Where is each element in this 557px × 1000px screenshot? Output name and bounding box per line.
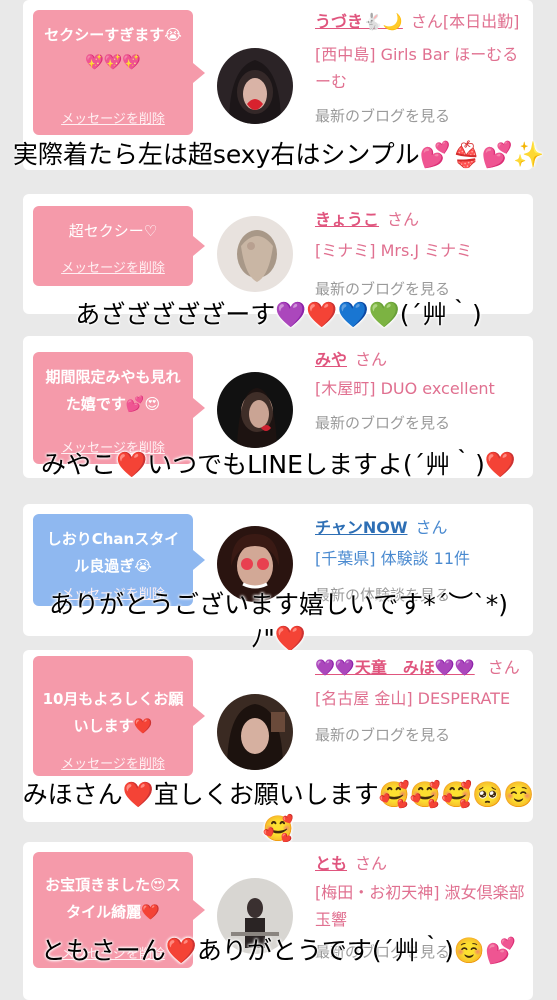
caption-overlay: 実際着たら左は超sexy右はシンプル💕👙💕✨ [12, 140, 545, 169]
caption-overlay: あざざざざざーす💜❤️💙💚(´艸｀) [75, 300, 482, 329]
blog-link[interactable]: 最新のブログを見る [315, 105, 525, 126]
shop-link[interactable]: [西中島] Girls Bar ほーむるーむ [315, 41, 525, 95]
shop-link[interactable]: [梅田・お初天神] 淑女倶楽部 玉響 [315, 879, 525, 933]
caption-overlay: ともさーん❤️ありがとうです(´艸｀)☺️💕 [40, 936, 517, 965]
blog-link[interactable]: 最新のブログを見る [315, 724, 525, 745]
delete-message-link[interactable]: メッセージを削除 [33, 257, 193, 276]
caption-overlay: ありがとうございます嬉しいです*´︶`*)ﾉ"❤️ [48, 590, 508, 653]
caption-overlay: みやこ❤️いつでもLINEしますよ(´艸｀)❤️ [40, 450, 517, 479]
blog-link[interactable]: 最新のブログを見る [315, 278, 525, 299]
avatar[interactable] [217, 372, 293, 448]
message-text: 期間限定みやも見れた嬉です💕😍 [45, 368, 181, 413]
sender-info: 💜💜天童 みほ💜💜 さん [名古屋 金山] DESPERATE 最新のブログを見… [315, 654, 525, 745]
message-text: しおりChanスタイル良過ぎ😭 [46, 530, 180, 575]
sender-name[interactable]: 💜💜天童 みほ💜💜 [315, 658, 475, 677]
blog-link[interactable]: 最新のブログを見る [315, 412, 525, 433]
message-text: 超セクシー♡ [68, 222, 158, 240]
honorific: さん [487, 658, 520, 677]
honorific: さん [355, 854, 388, 873]
shop-link[interactable]: [ミナミ] Mrs.J ミナミ [315, 237, 525, 264]
honorific: さん [355, 350, 388, 369]
avatar[interactable] [217, 694, 293, 770]
sender-name[interactable]: みや [315, 350, 347, 369]
message-card: お宝頂きました😍スタイル綺麗❤️ メッセージを削除 とも さん [梅田・お初天神]… [23, 842, 533, 1000]
sender-name[interactable]: チャンNOW [315, 518, 407, 537]
caption-overlay: みほさん❤️宜しくお願いします🥰🥰🥰🥺☺️🥰 [22, 780, 535, 843]
message-text: セクシーすぎます😭💖💖💖 [44, 26, 182, 71]
shop-link[interactable]: [木屋町] DUO excellent [315, 375, 525, 402]
sender-name[interactable]: きょうこ [315, 210, 379, 229]
honorific: さん [387, 210, 420, 229]
shop-link[interactable]: [名古屋 金山] DESPERATE [315, 685, 525, 712]
avatar[interactable] [217, 48, 293, 124]
delete-message-link[interactable]: メッセージを削除 [33, 753, 193, 772]
avatar[interactable] [217, 216, 293, 292]
message-bubble: 10月もよろしくお願いします❤️ メッセージを削除 [33, 656, 205, 776]
shop-link[interactable]: [千葉県] 体験談 11件 [315, 545, 525, 572]
message-text: お宝頂きました😍スタイル綺麗❤️ [45, 876, 181, 921]
sender-info: みや さん [木屋町] DUO excellent 最新のブログを見る [315, 346, 525, 433]
delete-message-link[interactable]: メッセージを削除 [33, 108, 193, 127]
honorific: さん [410, 12, 443, 31]
sender-info: きょうこ さん [ミナミ] Mrs.J ミナミ 最新のブログを見る [315, 206, 525, 299]
sender-name[interactable]: うづき🐇🌙 [315, 12, 403, 31]
message-bubble: 超セクシー♡ メッセージを削除 [33, 206, 205, 286]
status-label: [本日出勤] [442, 12, 520, 31]
honorific: さん [415, 518, 448, 537]
message-card: 超セクシー♡ メッセージを削除 きょうこ さん [ミナミ] Mrs.J ミナミ 最… [23, 194, 533, 314]
message-bubble: セクシーすぎます😭💖💖💖 メッセージを削除 [33, 10, 205, 135]
message-text: 10月もよろしくお願いします❤️ [42, 690, 184, 735]
sender-info: うづき🐇🌙 さん[本日出勤] [西中島] Girls Bar ほーむるーむ 最新の… [315, 8, 525, 126]
sender-name[interactable]: とも [315, 854, 347, 873]
